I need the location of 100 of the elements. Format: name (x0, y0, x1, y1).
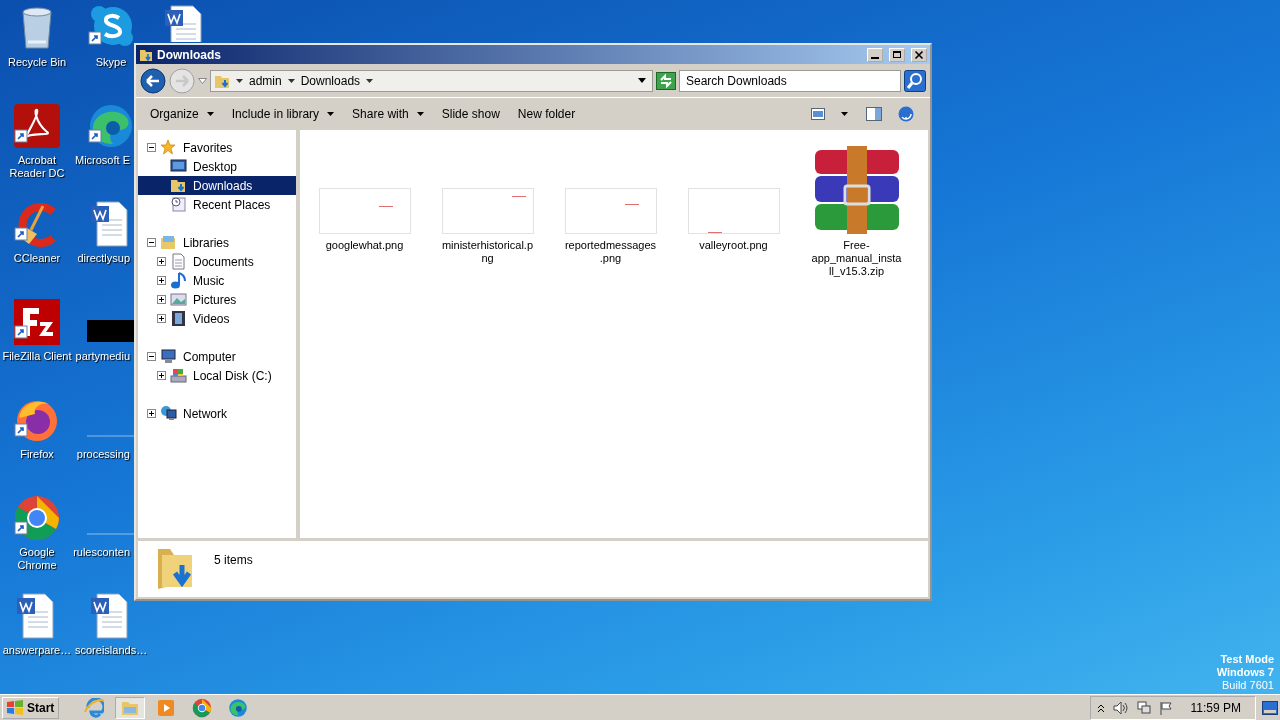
tree-item[interactable]: Desktop (138, 157, 296, 176)
file-name[interactable]: reportedmessages.png (564, 239, 657, 265)
chevron-up-icon[interactable] (1096, 702, 1105, 713)
icon-label: processing (76, 448, 130, 461)
caret-icon (841, 112, 848, 116)
breadcrumb[interactable]: admin (249, 73, 282, 88)
help-icon[interactable] (898, 106, 914, 122)
refresh-icon[interactable] (656, 71, 676, 90)
tree-item[interactable]: Pictures (138, 290, 296, 309)
expand-icon[interactable] (157, 371, 166, 380)
monitor-icon (170, 158, 187, 175)
browser-icon (228, 697, 249, 718)
icon-label: Google Chrome (16, 546, 58, 572)
menu-button[interactable]: Organize (142, 103, 222, 125)
tree-item[interactable]: Music (138, 271, 296, 290)
speaker-icon[interactable] (1112, 700, 1129, 715)
minimize-button[interactable] (867, 47, 883, 62)
window-title: Downloads (157, 47, 222, 62)
caret-icon (206, 112, 214, 116)
file-name[interactable]: ministerhistorical.png (441, 239, 534, 265)
maximize-button[interactable] (889, 47, 905, 62)
item-count: 5 items (214, 553, 253, 567)
show-desktop-icon[interactable] (1262, 700, 1278, 715)
icon-label: Acrobat Reader DC (8, 154, 66, 180)
watermark-text: Test Mode (1219, 653, 1274, 666)
document-icon (170, 253, 187, 270)
expand-icon[interactable] (157, 295, 166, 304)
tree-item[interactable]: Videos (138, 309, 296, 328)
preview-pane-icon[interactable] (866, 107, 882, 121)
expand-icon[interactable] (157, 276, 166, 285)
menu-button[interactable]: Share with (344, 103, 432, 125)
search-field[interactable]: Search Downloads (679, 69, 901, 92)
menu-button[interactable]: Include in library (223, 103, 343, 125)
collapse-icon[interactable] (147, 238, 156, 247)
tree-item[interactable]: Documents (138, 252, 296, 271)
image-thumbnail-icon (441, 188, 534, 234)
download-folder-icon (170, 177, 187, 194)
pdf-reader-icon[interactable] (13, 102, 61, 150)
caret-icon (366, 78, 374, 83)
file-name[interactable]: googlewhat.png (318, 239, 411, 252)
toolbar-button[interactable]: Slide show (433, 103, 508, 125)
browser-icon[interactable] (87, 102, 135, 150)
image-thumbnail-icon (564, 188, 657, 234)
expand-icon[interactable] (157, 314, 166, 323)
image-thumbnail-icon (318, 188, 411, 234)
tree-item[interactable]: Recent Places (138, 195, 296, 214)
ftp-client-icon[interactable] (13, 298, 61, 346)
drive-icon (170, 367, 187, 384)
history-dropdown[interactable] (198, 77, 207, 84)
view-icon[interactable] (811, 108, 825, 120)
icon-label: CCleaner (13, 252, 61, 265)
collapse-icon[interactable] (147, 352, 156, 361)
caret-icon (236, 78, 243, 83)
minimize-icon (871, 57, 879, 59)
file-name[interactable]: Free-app_manual_install_v15.3.zip (810, 239, 903, 278)
clock-folder-icon (170, 196, 187, 213)
film-icon (170, 310, 187, 327)
tree-item[interactable]: Libraries (138, 233, 296, 252)
icon-label: Firefox (20, 448, 54, 461)
file-name[interactable]: valleyroot.png (687, 239, 780, 252)
search-icon[interactable] (904, 69, 926, 92)
network-icon (160, 405, 177, 422)
watermark-text: Build 7601 (1221, 679, 1274, 692)
close-button[interactable] (911, 47, 927, 62)
icon-label: rulesconten (73, 546, 130, 559)
clock[interactable]: 11:59 PM (1190, 700, 1241, 715)
caret-icon (287, 78, 295, 83)
folder-icon (139, 47, 153, 62)
address-bar[interactable]: admin Downloads (210, 69, 653, 92)
tree-item[interactable]: Local Disk (C:) (138, 366, 296, 385)
breadcrumb[interactable]: Downloads (300, 73, 361, 88)
watermark-text: Windows 7 (1216, 666, 1274, 679)
icon-label: Recycle Bin (7, 56, 67, 69)
caret-icon (327, 112, 335, 116)
computer-icon (160, 348, 177, 365)
music-note-icon (170, 272, 187, 289)
close-icon (914, 49, 924, 60)
image-thumbnail-icon (687, 188, 780, 234)
icon-label: directlysup (77, 252, 130, 265)
expand-icon[interactable] (157, 257, 166, 266)
tree-item[interactable]: Downloads (138, 176, 296, 195)
flag-icon[interactable] (1158, 700, 1173, 715)
browser-icon (84, 697, 105, 718)
tree-item[interactable]: Computer (138, 347, 296, 366)
flag-logo-icon (6, 699, 24, 716)
browser-icon[interactable] (13, 494, 61, 542)
network-icon[interactable] (1136, 700, 1151, 715)
toolbar-button[interactable]: New folder (509, 103, 584, 125)
icon-label: Microsoft E (75, 154, 130, 167)
tree-item[interactable]: Network (138, 404, 296, 423)
icon-label: answerpare… (2, 644, 72, 657)
dropdown-caret-icon[interactable] (638, 78, 646, 83)
start-button[interactable]: Start (2, 696, 60, 719)
icon-label: scoreislands… (75, 644, 147, 657)
collapse-icon[interactable] (147, 143, 156, 152)
tree-item[interactable]: Favorites (138, 138, 296, 157)
back-button[interactable] (140, 67, 166, 94)
expand-icon[interactable] (147, 409, 156, 418)
icon-label: FileZilla Client (2, 350, 72, 363)
caret-icon (416, 112, 424, 116)
